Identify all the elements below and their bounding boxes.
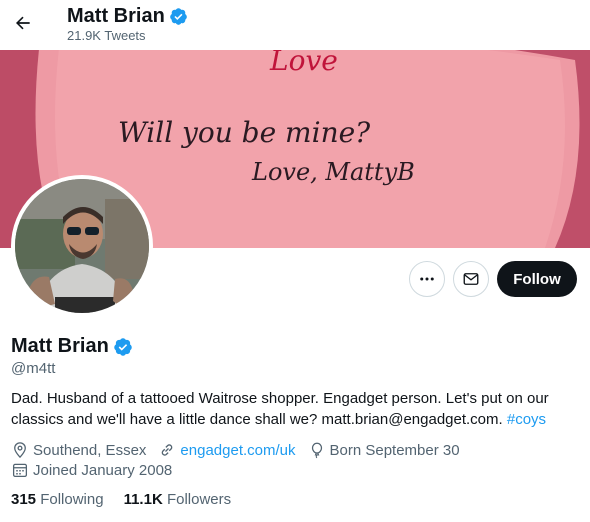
verified-badge-icon <box>114 337 132 356</box>
link-icon <box>162 444 173 456</box>
location-pin-icon <box>14 442 26 459</box>
follow-stats: 315 Following 11.1K Followers <box>11 491 251 508</box>
avatar-frame[interactable] <box>11 175 153 317</box>
profile-meta-row: Southend, Essex engadget.com/uk Born Sep… <box>11 441 472 459</box>
back-arrow-icon <box>16 16 30 30</box>
joined-item: Joined January 2008 <box>11 461 172 479</box>
joined-text: Joined January 2008 <box>33 461 173 479</box>
banner-text-line2: Love, MattyB <box>251 158 415 186</box>
avatar <box>15 179 149 313</box>
profile-joined-row: Joined January 2008 <box>11 461 184 479</box>
location-text: Southend, Essex <box>33 441 147 459</box>
followers-label: Followers <box>166 491 232 508</box>
birthday-text: Born September 30 <box>329 441 460 459</box>
profile-handle: @m4tt <box>11 360 56 377</box>
birthday-item: Born September 30 <box>308 441 460 459</box>
message-button[interactable] <box>453 261 489 297</box>
verified-badge-icon <box>169 8 187 25</box>
back-button[interactable] <box>8 8 38 38</box>
banner-text-line1: Will you be mine? <box>118 116 371 149</box>
following-stat-link[interactable]: 315 Following <box>11 491 104 508</box>
website-item: engadget.com/uk <box>158 441 296 459</box>
profile-bio: Dad. Husband of a tattooed Waitrose shop… <box>11 388 581 430</box>
header-title: Matt Brian <box>67 5 188 28</box>
envelope-icon <box>463 273 479 285</box>
profile-name-text: Matt Brian <box>11 335 109 357</box>
top-bar: Matt Brian 21.9K Tweets <box>0 0 590 50</box>
more-button[interactable] <box>409 261 445 297</box>
website-link[interactable]: engadget.com/uk <box>180 442 295 459</box>
location-item: Southend, Essex <box>11 441 146 459</box>
follow-button[interactable]: Follow <box>497 261 577 297</box>
calendar-icon <box>12 463 28 478</box>
following-count: 315 <box>11 491 37 508</box>
bio-hashtag-link[interactable]: #coys <box>507 411 546 428</box>
followers-stat-link[interactable]: 11.1K Followers <box>124 491 232 508</box>
header-name: Matt Brian <box>67 5 165 27</box>
followers-count: 11.1K <box>123 491 163 508</box>
bio-text: Dad. Husband of a tattooed Waitrose shop… <box>11 390 549 428</box>
more-icon <box>420 277 434 281</box>
following-label: Following <box>40 491 104 508</box>
tweet-count: 21.9K Tweets <box>67 28 146 43</box>
svg-text:Love: Love <box>269 50 338 77</box>
balloon-icon <box>311 442 322 459</box>
profile-name: Matt Brian <box>11 335 133 358</box>
